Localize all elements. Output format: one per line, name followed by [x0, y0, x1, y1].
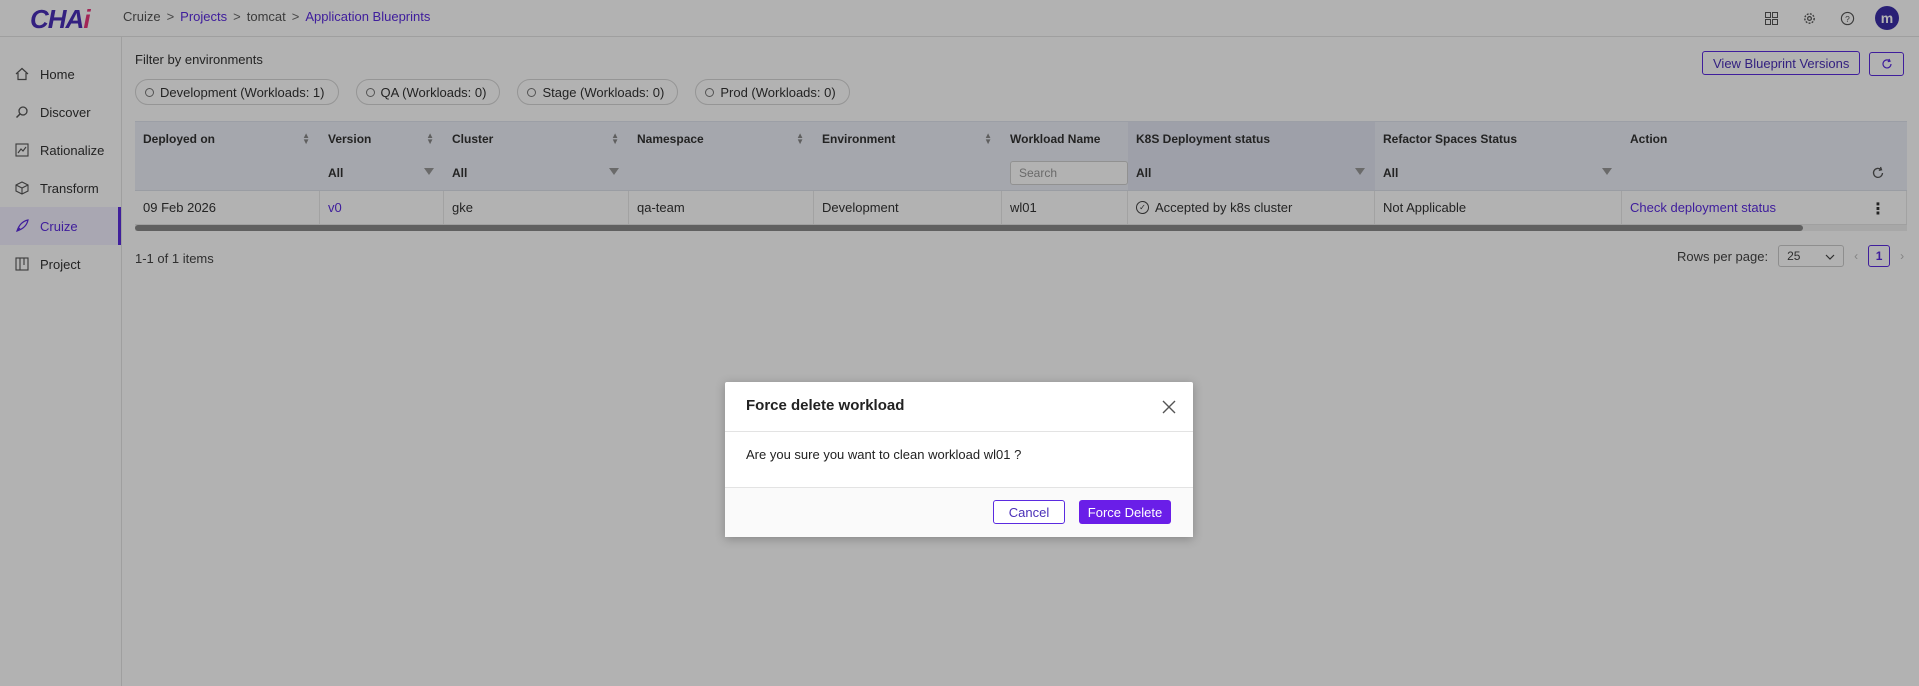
- modal-header: Force delete workload: [725, 382, 1193, 432]
- force-delete-button[interactable]: Force Delete: [1079, 500, 1171, 524]
- modal-overlay[interactable]: [0, 0, 1919, 686]
- modal-title: Force delete workload: [746, 397, 905, 414]
- cancel-button[interactable]: Cancel: [993, 500, 1065, 524]
- modal-footer: Cancel Force Delete: [725, 488, 1193, 537]
- force-delete-modal: Force delete workload Are you sure you w…: [725, 382, 1193, 537]
- modal-message: Are you sure you want to clean workload …: [746, 447, 1022, 462]
- close-icon[interactable]: [1161, 400, 1177, 416]
- modal-body: Are you sure you want to clean workload …: [725, 432, 1193, 488]
